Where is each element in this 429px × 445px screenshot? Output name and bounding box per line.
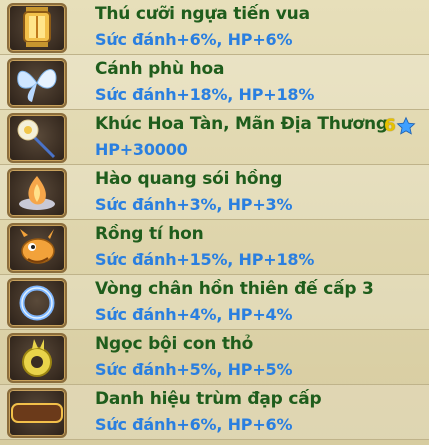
list-item[interactable]: Vòng chân hồn thiên đế cấp 3 Sức đánh+4%… — [0, 275, 429, 330]
list-item[interactable]: Hào quang sói hồng Sức đánh+3%, HP+3% — [0, 165, 429, 220]
ring-icon — [7, 278, 67, 328]
wings-icon — [7, 58, 67, 108]
item-name: Vòng chân hồn thiên đế cấp 3 — [95, 279, 374, 299]
item-name: Khúc Hoa Tàn, Mãn Địa Thương — [95, 114, 388, 134]
star-rank: 6 — [384, 116, 416, 136]
title-badge-icon — [7, 388, 67, 438]
list-item[interactable]: Danh hiệu trùm đạp cấp Sức đánh+6%, HP+6… — [0, 385, 429, 440]
list-item[interactable]: Ngọc bội con thỏ Sức đánh+5%, HP+5% — [0, 330, 429, 385]
list-item[interactable]: Khúc Hoa Tàn, Mãn Địa Thương HP+30000 6 — [0, 110, 429, 165]
item-stat: HP+30000 — [95, 140, 188, 159]
star-count: 6 — [384, 116, 396, 136]
item-name: Thú cưỡi ngựa tiến vua — [95, 4, 310, 24]
item-name: Hào quang sói hồng — [95, 169, 283, 189]
attribute-list: Thú cưỡi ngựa tiến vua Sức đánh+6%, HP+6… — [0, 0, 429, 445]
star-icon — [396, 116, 416, 135]
rabbit-jade-icon — [7, 333, 67, 383]
list-item[interactable]: Cánh phù hoa Sức đánh+18%, HP+18% — [0, 55, 429, 110]
item-name: Danh hiệu trùm đạp cấp — [95, 389, 322, 409]
item-stat: Sức đánh+15%, HP+18% — [95, 250, 315, 269]
item-stat: Sức đánh+5%, HP+5% — [95, 360, 293, 379]
aura-icon — [7, 168, 67, 218]
item-stat: Sức đánh+18%, HP+18% — [95, 85, 315, 104]
item-stat: Sức đánh+3%, HP+3% — [95, 195, 293, 214]
item-stat: Sức đánh+6%, HP+6% — [95, 30, 293, 49]
lantern-icon — [7, 3, 67, 53]
list-item[interactable]: Rồng tí hon Sức đánh+15%, HP+18% — [0, 220, 429, 275]
flower-spear-icon — [7, 113, 67, 163]
item-name: Ngọc bội con thỏ — [95, 334, 254, 354]
item-stat: Sức đánh+4%, HP+4% — [95, 305, 293, 324]
item-name: Cánh phù hoa — [95, 59, 225, 79]
item-name: Rồng tí hon — [95, 224, 204, 244]
list-item[interactable]: Thú cưỡi ngựa tiến vua Sức đánh+6%, HP+6… — [0, 0, 429, 55]
dragon-icon — [7, 223, 67, 273]
item-stat: Sức đánh+6%, HP+6% — [95, 415, 293, 434]
